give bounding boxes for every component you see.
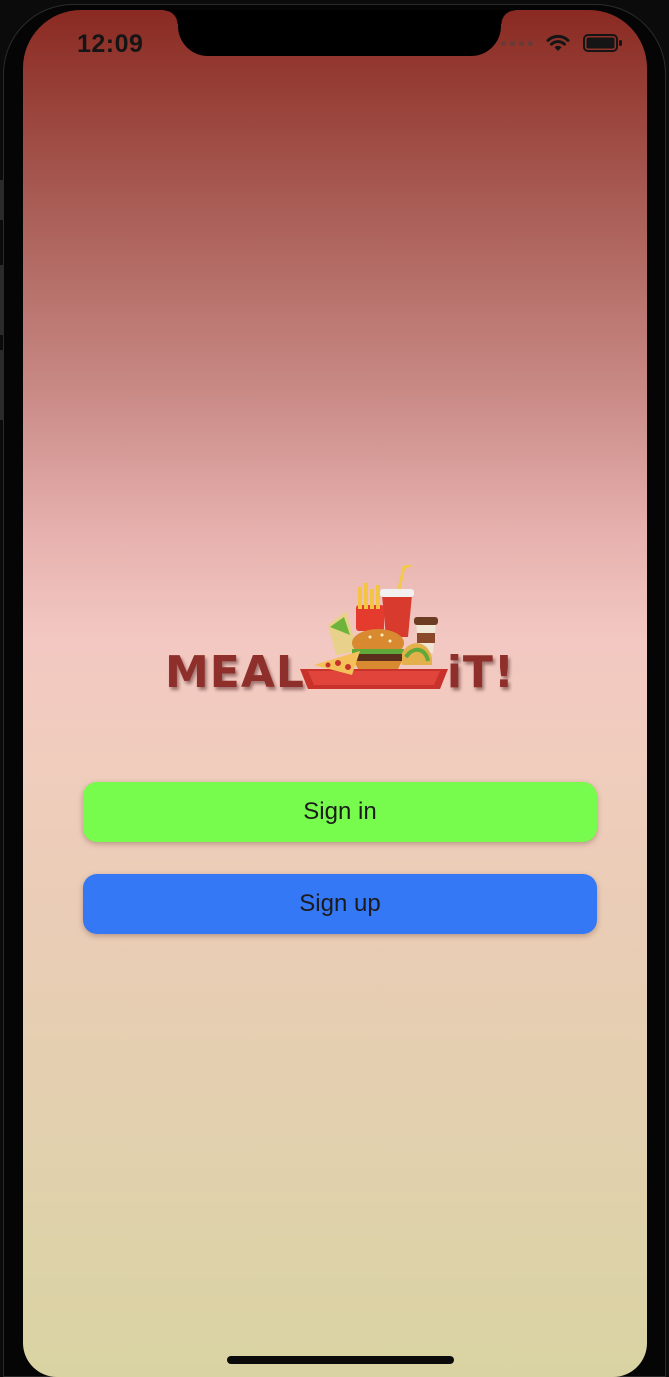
sign-up-button[interactable]: Sign up: [83, 874, 597, 934]
sign-in-button[interactable]: Sign in: [83, 782, 597, 842]
logo-word-it: iT!: [446, 647, 515, 698]
mute-switch: [0, 180, 4, 220]
phone-device: 12:09 MEAL iT! Sign in Sign up: [0, 0, 669, 1377]
cellular-signal-icon: [501, 40, 533, 46]
status-time: 12:09: [77, 30, 144, 58]
app-logo: MEAL iT!: [165, 565, 515, 700]
logo-word-meal: MEAL: [165, 647, 305, 698]
wifi-icon: [545, 33, 571, 53]
volume-down-button: [0, 350, 4, 420]
status-icons: [501, 33, 623, 53]
notch: [164, 10, 515, 56]
volume-up-button: [0, 265, 4, 335]
fast-food-tray-logo-icon: [300, 565, 448, 689]
app-screen: 12:09 MEAL iT! Sign in Sign up: [23, 10, 647, 1377]
battery-icon: [583, 33, 623, 53]
home-indicator[interactable]: [227, 1356, 454, 1364]
